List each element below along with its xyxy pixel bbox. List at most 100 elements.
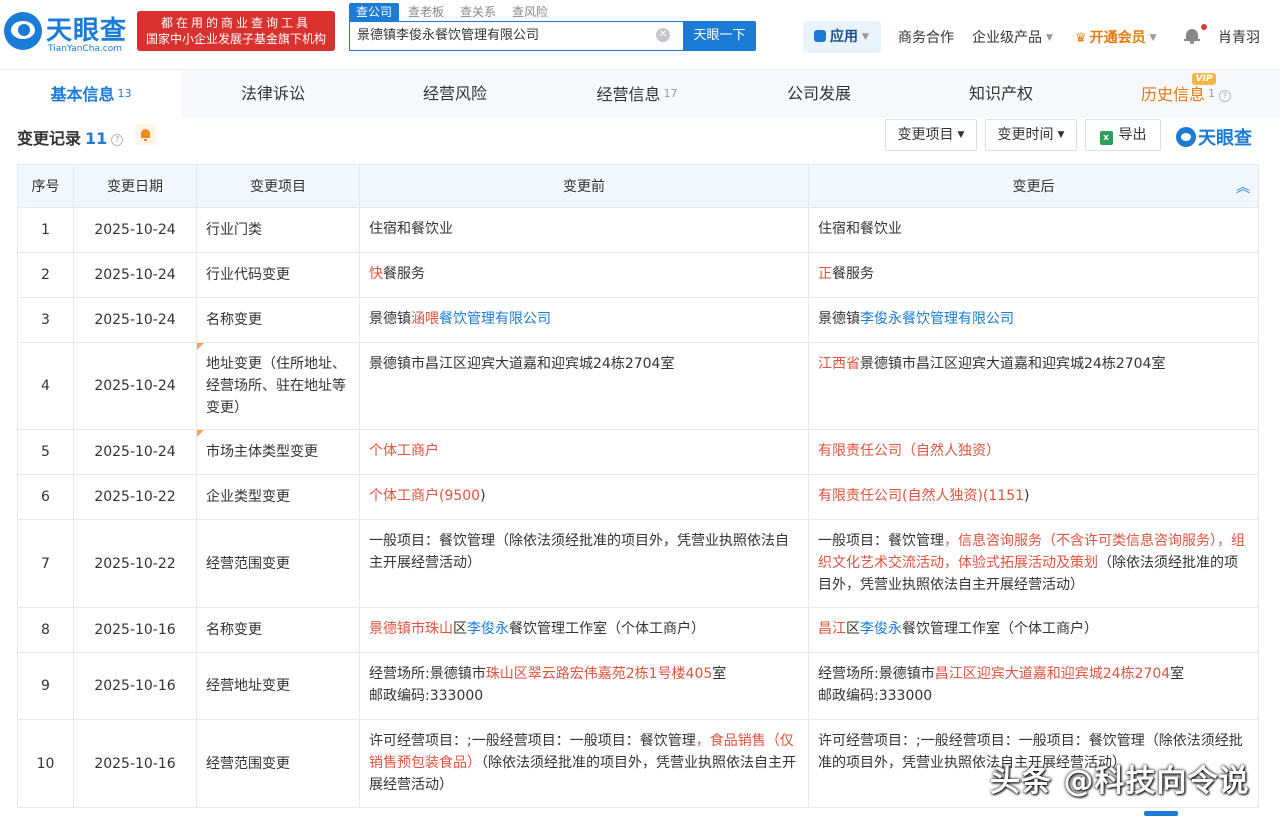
chevron-down-icon: ▼ bbox=[957, 130, 965, 140]
tab-count: 1 bbox=[1208, 87, 1215, 100]
cell-text: 室 bbox=[712, 666, 727, 682]
user-name[interactable]: 肖青羽 bbox=[1218, 27, 1260, 47]
cell-no: 6 bbox=[17, 474, 74, 520]
apps-label: 应用 bbox=[830, 29, 858, 45]
cell-text: 区 bbox=[453, 621, 467, 637]
search-button[interactable]: 天眼一下 bbox=[683, 21, 756, 51]
table-row: 9 2025-10-16 经营地址变更 经营场所:景德镇市珠山区翠云路宏伟嘉苑2栋1号… bbox=[17, 652, 1259, 720]
cell-item-text: 经营地址变更 bbox=[206, 678, 290, 694]
notification-bell-icon[interactable] bbox=[1184, 24, 1207, 44]
company-link[interactable]: 李俊永 bbox=[860, 621, 902, 637]
logo-eye-icon bbox=[4, 12, 42, 50]
clear-search-icon[interactable]: ✕ bbox=[656, 28, 670, 42]
tab-history[interactable]: 历史信息 1? bbox=[1092, 70, 1280, 118]
apps-menu[interactable]: 应用 ▼ bbox=[803, 21, 881, 53]
section-title: 变更记录 11? bbox=[17, 125, 124, 149]
cell-text: 室 bbox=[1170, 666, 1185, 682]
cell-date: 2025-10-22 bbox=[73, 519, 197, 608]
cell-item-text: 经营范围变更 bbox=[206, 755, 290, 772]
tab-label: 知识产权 bbox=[968, 84, 1033, 103]
cell-text: 邮政编码:333000 bbox=[369, 688, 484, 704]
pagination-indicator[interactable] bbox=[1144, 811, 1178, 816]
nav-business[interactable]: 商务合作 bbox=[898, 27, 954, 47]
slogan-line-2: 国家中小企业发展子基金旗下机构 bbox=[145, 32, 326, 46]
cell-date: 2025-10-22 bbox=[73, 474, 197, 520]
company-link[interactable]: 餐饮管理有限公司 bbox=[439, 311, 551, 327]
cell-text: 餐饮管理工作室（个体工商户） bbox=[509, 621, 705, 637]
cell-after: 江西省景德镇市昌江区迎宾大道嘉和迎宾城24栋2704室 bbox=[808, 342, 1259, 430]
filter-change-item[interactable]: 变更项目 ▼ bbox=[885, 119, 977, 151]
cell-item-text: 名称变更 bbox=[206, 622, 262, 638]
subscribe-bell-icon[interactable] bbox=[135, 124, 156, 145]
search-tab-boss[interactable]: 查老板 bbox=[401, 3, 451, 21]
cell-before: 个体工商户 bbox=[359, 429, 809, 475]
search-input[interactable]: 景德镇李俊永餐饮管理有限公司 bbox=[349, 21, 683, 51]
cell-after: 昌江区李俊永餐饮管理工作室（个体工商户） bbox=[808, 607, 1259, 653]
cell-item-text: 企业类型变更 bbox=[206, 489, 290, 505]
export-button[interactable]: x 导出 bbox=[1085, 119, 1161, 151]
cell-after: 有限责任公司（自然人独资） bbox=[808, 429, 1259, 475]
cell-item: 名称变更 bbox=[196, 297, 360, 343]
tab-label: 公司发展 bbox=[786, 84, 851, 103]
logo-name: 天眼查 bbox=[46, 16, 128, 46]
tab-count: 17 bbox=[663, 87, 678, 100]
col-header-after-label: 变更后 bbox=[1012, 179, 1055, 195]
cell-after: 一般项目：餐饮管理，信息咨询服务（不含许可类信息咨询服务），组织文化艺术交流活动… bbox=[808, 519, 1259, 608]
cell-item-text: 市场主体类型变更 bbox=[206, 444, 318, 460]
section-title-text: 变更记录 bbox=[17, 129, 82, 148]
cell-text: 许可经营项目：;一般经营项目：一般项目：餐饮管理 bbox=[369, 733, 696, 749]
cell-date: 2025-10-24 bbox=[73, 252, 197, 298]
tab-development[interactable]: 公司发展 bbox=[728, 70, 910, 118]
help-icon[interactable]: ? bbox=[111, 134, 124, 146]
collapse-chevron-up-icon[interactable]: ︽ bbox=[1236, 177, 1250, 197]
tab-ip[interactable]: 知识产权 bbox=[910, 70, 1092, 118]
cell-no: 2 bbox=[17, 252, 74, 298]
tab-legal[interactable]: 法律诉讼 bbox=[182, 70, 364, 118]
cell-date: 2025-10-24 bbox=[73, 207, 197, 253]
chevron-down-icon: ▼ bbox=[1057, 130, 1065, 140]
nav-enterprise-products[interactable]: 企业级产品 ▼ bbox=[972, 27, 1053, 47]
tab-operating-info[interactable]: 经营信息 17 bbox=[546, 70, 728, 118]
cell-before: 景德镇涵喂餐饮管理有限公司 bbox=[359, 297, 809, 343]
cell-text: 景德镇 bbox=[818, 311, 860, 327]
cell-before: 快餐服务 bbox=[359, 252, 809, 298]
tab-label: 历史信息 bbox=[1140, 85, 1205, 104]
cell-after: 正餐服务 bbox=[808, 252, 1259, 298]
search-tab-company[interactable]: 查公司 bbox=[349, 3, 400, 21]
tab-label: 基本信息 bbox=[50, 85, 115, 104]
nav-vip-label: 开通会员 bbox=[1089, 30, 1146, 46]
changed-text: 个体工商户 bbox=[369, 443, 439, 459]
new-flag-corner bbox=[197, 343, 204, 350]
company-link[interactable]: 李俊永 bbox=[467, 621, 509, 637]
cell-no: 4 bbox=[17, 342, 74, 430]
change-records-table: 序号 变更日期 变更项目 变更前 变更后 ︽ 1 2025-10-24 行业门类 住宿和… bbox=[17, 164, 1259, 808]
export-label: 导出 bbox=[1118, 127, 1147, 143]
cell-before: 住宿和餐饮业 bbox=[359, 207, 809, 253]
company-link[interactable]: 李俊永餐饮管理有限公司 bbox=[860, 311, 1014, 327]
nav-vip[interactable]: ♛ 开通会员 ▼ bbox=[1075, 27, 1157, 47]
tab-operating-risk[interactable]: 经营风险 bbox=[364, 70, 546, 118]
company-tabs: 基本信息 13 法律诉讼 经营风险 经营信息 17 公司发展 知识产权 历史信息 1? bbox=[0, 70, 1280, 118]
apps-icon bbox=[814, 30, 826, 42]
col-header-item: 变更项目 bbox=[196, 164, 360, 208]
tab-basic-info[interactable]: 基本信息 13 bbox=[0, 70, 182, 118]
cell-item: 行业代码变更 bbox=[196, 252, 360, 298]
cell-after: 景德镇李俊永餐饮管理有限公司 bbox=[808, 297, 1259, 343]
table-row: 7 2025-10-22 经营范围变更 一般项目：餐饮管理（除依法须经批准的项目外，凭… bbox=[17, 519, 1259, 608]
nav-enterprise-label: 企业级产品 bbox=[972, 30, 1042, 46]
top-header: 天眼查 TianYanCha.com 都在用的商业查询工具 国家中小企业发展子基… bbox=[0, 0, 1280, 70]
unread-dot bbox=[1201, 24, 1207, 30]
excel-icon: x bbox=[1099, 131, 1113, 145]
cell-date: 2025-10-24 bbox=[73, 429, 197, 475]
search-tab-relation[interactable]: 查关系 bbox=[453, 3, 503, 21]
cell-item-text: 地址变更（住所地址、经营场所、驻在地址等变更） bbox=[206, 356, 346, 416]
cell-item: 市场主体类型变更 bbox=[196, 429, 360, 475]
search-tab-risk[interactable]: 查风险 bbox=[505, 3, 555, 21]
cell-before: 一般项目：餐饮管理（除依法须经批准的项目外，凭营业执照依法自主开展经营活动） bbox=[359, 519, 809, 608]
help-icon[interactable]: ? bbox=[1219, 90, 1231, 102]
site-logo[interactable]: 天眼查 TianYanCha.com bbox=[4, 10, 132, 54]
filter-change-time[interactable]: 变更时间 ▼ bbox=[985, 119, 1077, 151]
logo-subtitle: TianYanCha.com bbox=[48, 44, 123, 54]
cell-date: 2025-10-16 bbox=[73, 607, 197, 653]
tab-label: 法律诉讼 bbox=[240, 84, 305, 103]
